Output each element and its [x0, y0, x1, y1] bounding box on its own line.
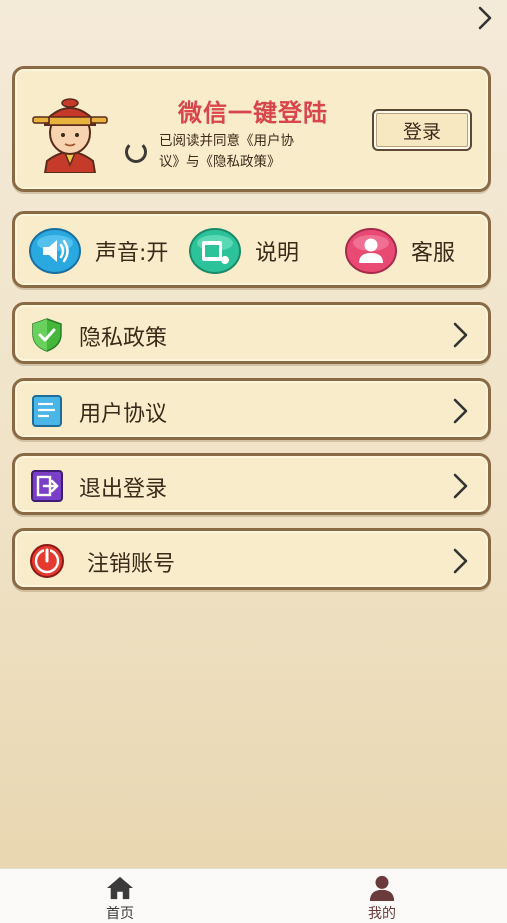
chevron-right-icon [478, 6, 492, 30]
menu-item-label: 用户协议 [79, 402, 168, 427]
instructions-button[interactable]: 说明 [189, 226, 299, 276]
nav-home-label: 首页 [106, 906, 134, 922]
nav-home[interactable]: 首页 [80, 875, 160, 923]
chevron-right-icon [453, 322, 468, 348]
document-icon [32, 395, 62, 427]
logout-icon [31, 470, 63, 502]
instructions-icon [189, 228, 241, 274]
user-icon [369, 875, 395, 901]
nav-mine[interactable]: 我的 [342, 875, 422, 923]
shield-check-icon [32, 318, 62, 352]
menu-item-privacy-policy[interactable]: 隐私政策 [12, 302, 491, 364]
chevron-right-icon [453, 548, 468, 574]
sound-label: 声音:开 [95, 241, 169, 266]
menu-item-label: 退出登录 [79, 477, 168, 502]
agreement-checkbox[interactable] [125, 141, 147, 163]
menu-item-logout[interactable]: 退出登录 [12, 453, 491, 515]
login-button[interactable]: 登录 [372, 109, 472, 151]
agreement-line-1[interactable]: 已阅读并同意《用户协 [159, 131, 294, 152]
agreement-line-2[interactable]: 议》与《隐私政策》 [159, 152, 294, 173]
speaker-icon [29, 228, 81, 274]
instructions-label: 说明 [255, 241, 300, 266]
customer-service-button[interactable]: 客服 [345, 226, 455, 276]
forward-button[interactable] [473, 4, 497, 32]
chevron-right-icon [453, 398, 468, 424]
sound-toggle[interactable]: 声音:开 [29, 226, 173, 276]
customer-service-icon [345, 228, 397, 274]
chevron-right-icon [453, 473, 468, 499]
customer-service-label: 客服 [411, 241, 456, 266]
agreement-text[interactable]: 已阅读并同意《用户协 议》与《隐私政策》 [159, 131, 294, 173]
menu-item-label: 注销账号 [87, 552, 176, 577]
login-title: 微信一键登陆 [178, 99, 328, 127]
menu-item-delete-account[interactable]: 注销账号 [12, 528, 491, 590]
bottom-nav: 首页 我的 [0, 868, 507, 923]
home-icon [107, 876, 133, 900]
official-avatar-icon [32, 98, 108, 173]
menu-item-label: 隐私政策 [79, 326, 168, 351]
actions-card: 声音:开 说明 客服 [12, 211, 491, 288]
menu-item-user-agreement[interactable]: 用户协议 [12, 378, 491, 440]
login-card: 微信一键登陆 已阅读并同意《用户协 议》与《隐私政策》 登录 [12, 66, 491, 192]
power-icon [30, 544, 64, 578]
nav-mine-label: 我的 [368, 906, 396, 922]
agreement-row[interactable]: 已阅读并同意《用户协 议》与《隐私政策》 [125, 131, 345, 173]
